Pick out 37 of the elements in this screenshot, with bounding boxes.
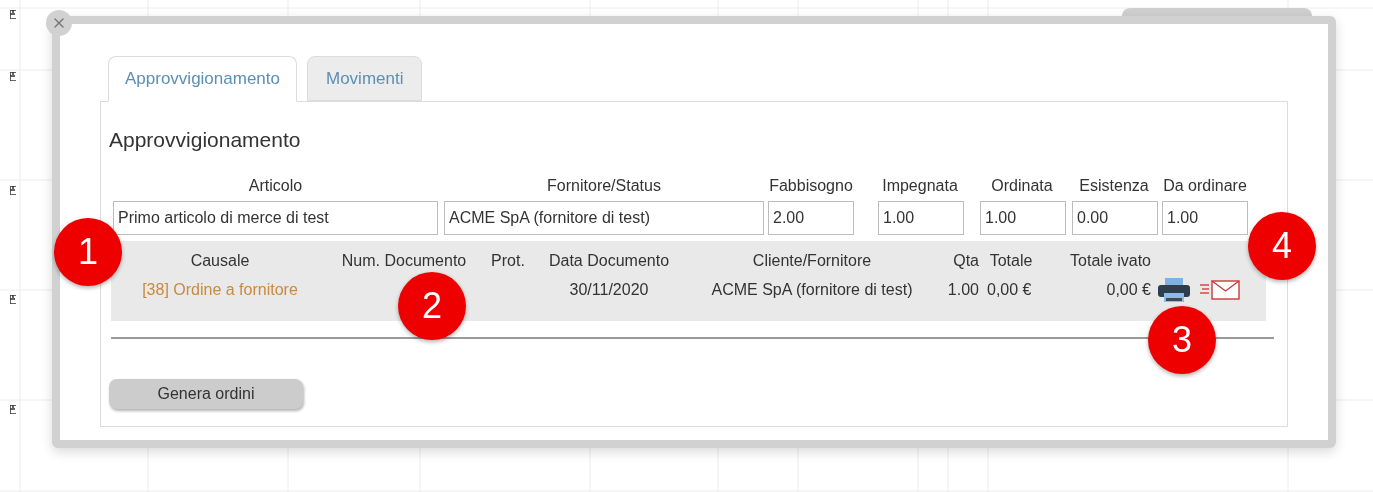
table-cell: ACME SpA (fornitore di test) [711, 280, 913, 298]
mail-icon[interactable] [1199, 277, 1241, 302]
column-header: Qta [952, 250, 979, 271]
column-header: Cliente/Fornitore [751, 250, 873, 271]
input-field[interactable]: 1.00 [1162, 200, 1248, 235]
column-header: Totale [988, 250, 1034, 271]
table-cell: 0,00 € [1106, 280, 1151, 298]
row-icon[interactable] [10, 186, 16, 195]
table-cell: 1.00 [947, 280, 979, 298]
column-header: Esistenza [1078, 175, 1150, 196]
table-cell: 0,00 € [987, 280, 1032, 298]
column-header: Data Documento [547, 250, 671, 271]
row-icon[interactable] [10, 295, 16, 304]
input-field[interactable]: ACME SpA (fornitore di test) [444, 200, 764, 235]
tab[interactable]: Approvvigionamento [108, 56, 297, 102]
input-field[interactable]: 0.00 [1072, 200, 1158, 235]
column-header: Impegnata [881, 175, 959, 196]
column-header: Ordinata [990, 175, 1054, 196]
printer-icon[interactable] [1157, 276, 1191, 303]
column-header: Num. Documento [340, 250, 468, 271]
row-icon[interactable] [10, 405, 16, 414]
input-field[interactable]: 2.00 [768, 200, 854, 235]
input-field[interactable]: Primo articolo di merce di test [113, 200, 438, 235]
section-title: Approvvigionamento [109, 127, 302, 153]
input-field[interactable]: 1.00 [878, 200, 964, 235]
column-header: Causale [189, 250, 251, 271]
column-header: Fabbisogno [768, 175, 854, 196]
row-icon[interactable] [10, 10, 16, 19]
column-header: Prot. [490, 250, 526, 271]
generate-orders-button[interactable]: Genera ordini [109, 378, 303, 409]
input-field[interactable]: 1.00 [980, 200, 1066, 235]
column-header: Totale ivato [1069, 250, 1151, 271]
row-icon[interactable] [10, 72, 16, 81]
column-header: Articolo [247, 175, 304, 196]
column-header: Fornitore/Status [546, 175, 662, 196]
table-cell: 30/11/2020 [569, 280, 649, 298]
column-header: Da ordinare [1162, 175, 1248, 196]
